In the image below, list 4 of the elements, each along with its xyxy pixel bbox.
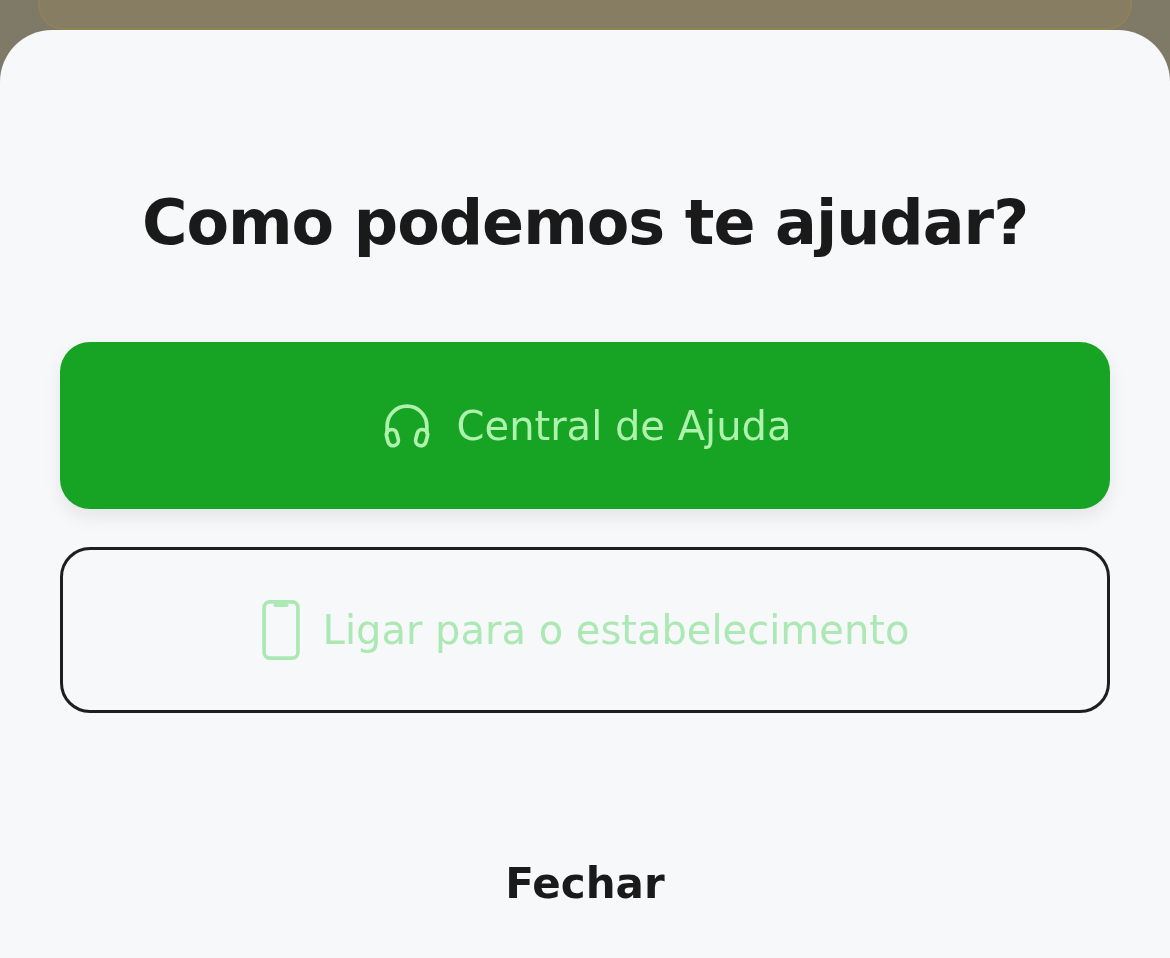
sheet-title: Como podemos te ajudar? — [141, 185, 1029, 261]
close-button[interactable]: Fechar — [485, 851, 685, 916]
phone-icon — [260, 599, 301, 661]
help-center-button[interactable]: Central de Ajuda — [60, 342, 1110, 509]
